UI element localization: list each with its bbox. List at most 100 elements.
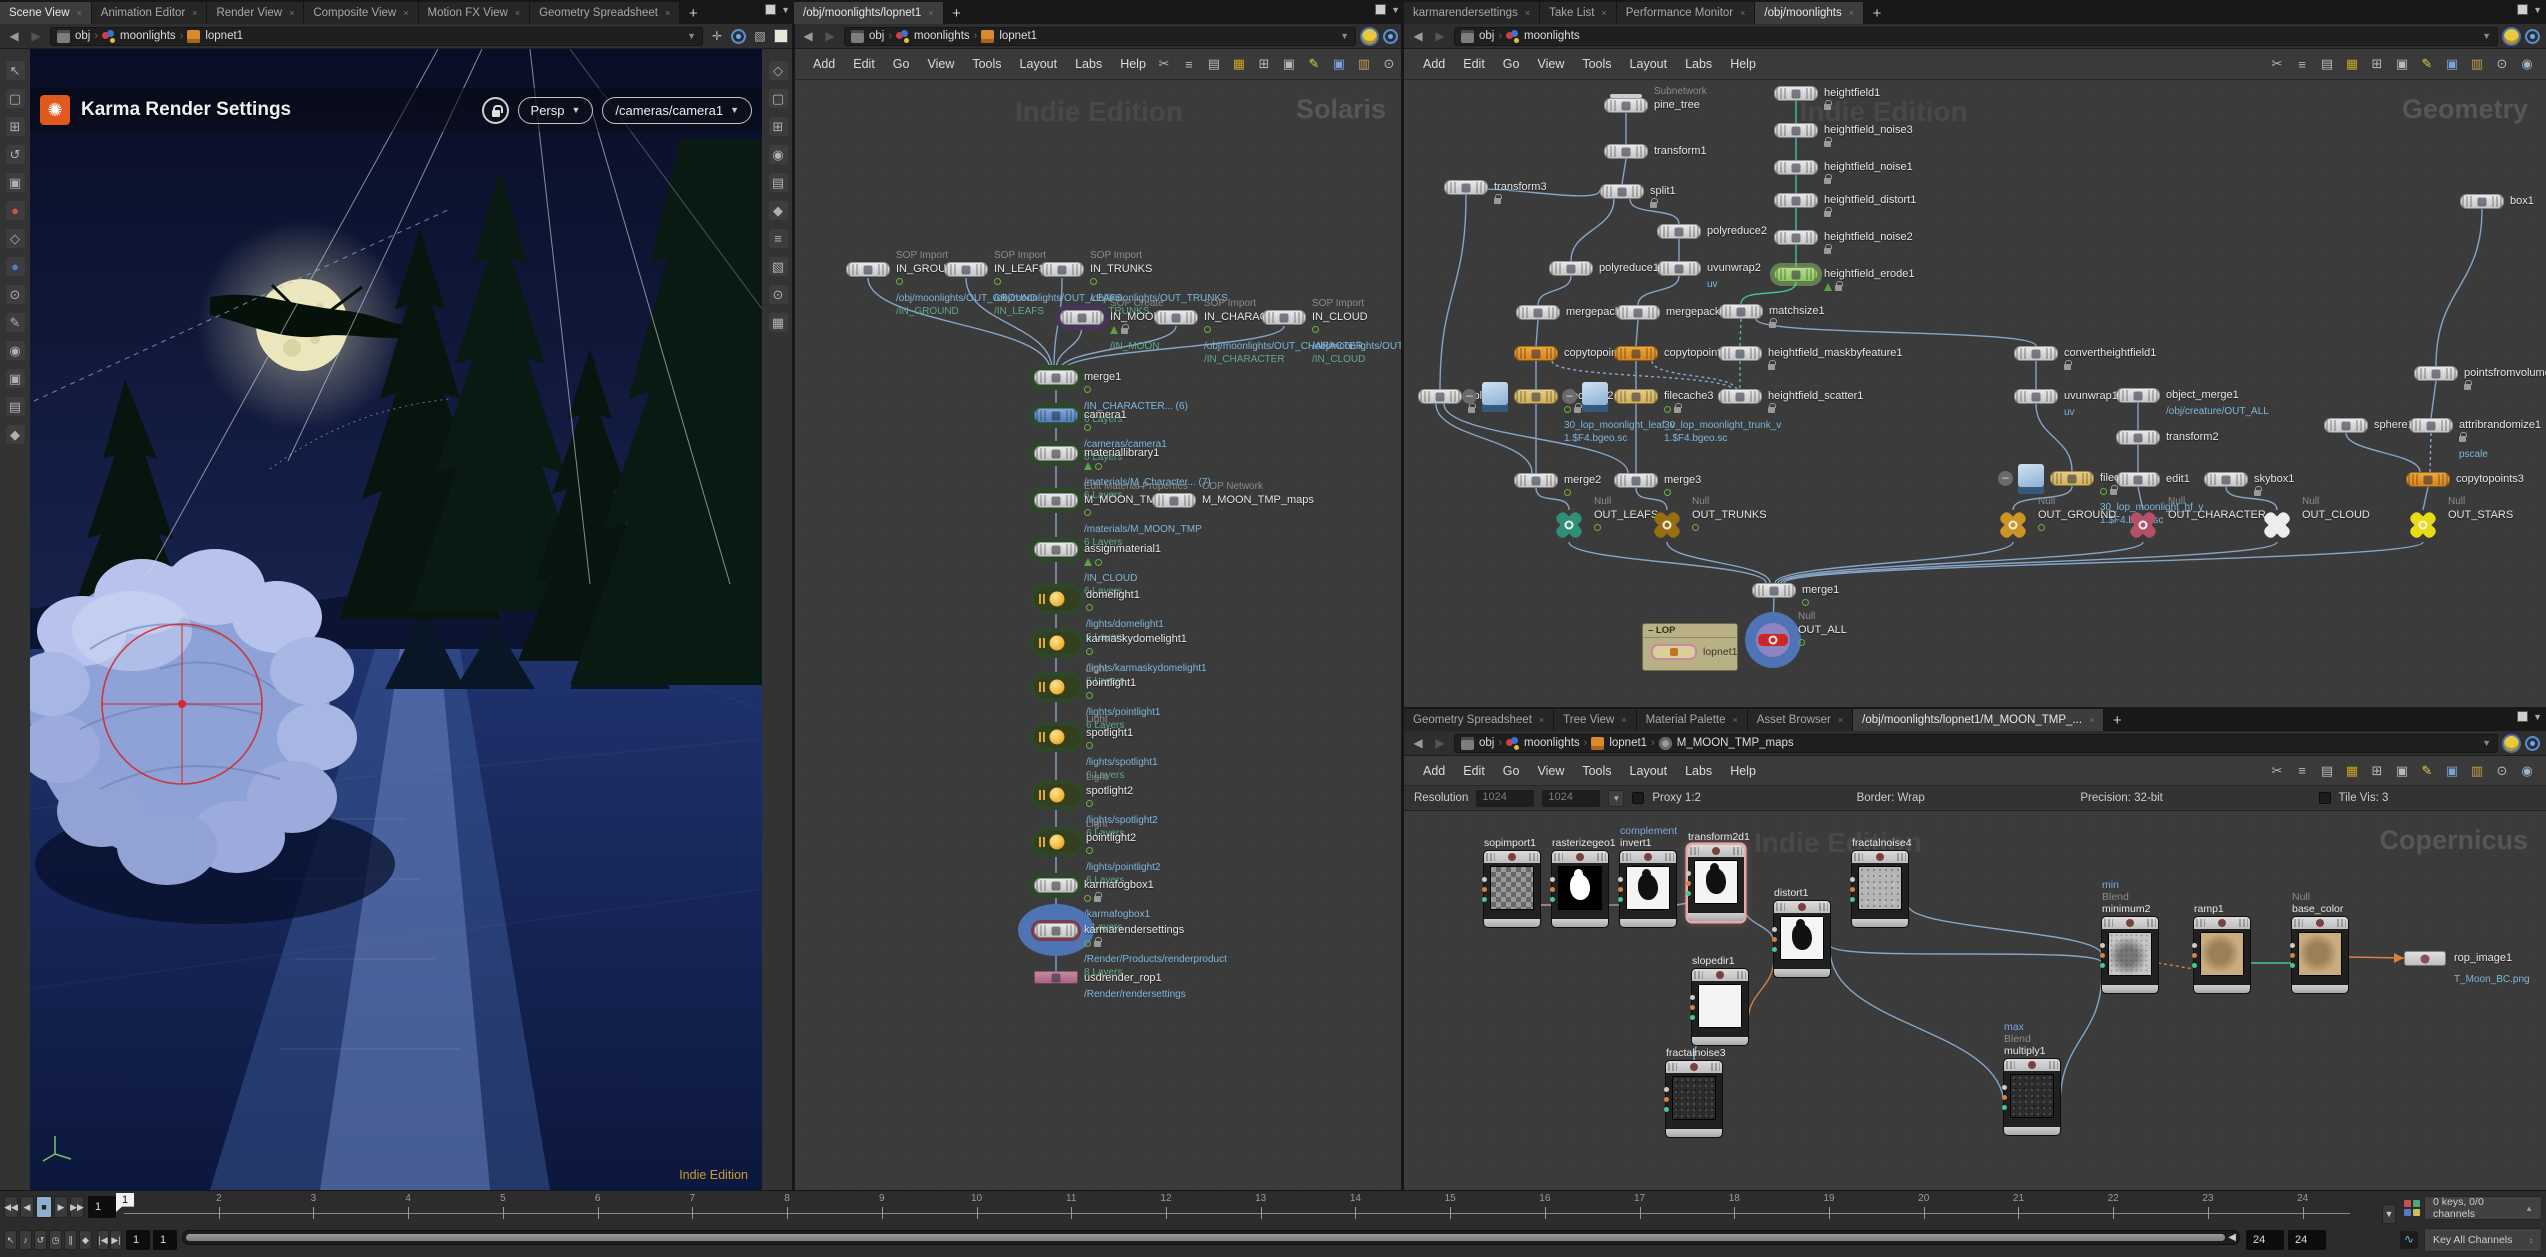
tab-close-icon[interactable]: × <box>928 8 933 18</box>
grid-icon[interactable]: ⊞ <box>2368 762 2386 780</box>
pointer-tool-icon[interactable]: ↖ <box>4 1230 17 1250</box>
tab-close-icon[interactable]: × <box>1838 715 1843 725</box>
node-pointsfromvolume1[interactable]: pointsfromvolume1 <box>2414 366 2458 381</box>
node-uvunwrap1[interactable]: uvunwrap1uv <box>2014 389 2058 404</box>
menu-edit[interactable]: Edit <box>1454 764 1494 778</box>
node-lopnet1[interactable]: – LOPlopnet1 <box>1642 623 1738 671</box>
forward-icon[interactable]: ▶ <box>822 29 838 43</box>
magnifier-icon[interactable]: ⊙ <box>2493 762 2511 780</box>
palette-icon[interactable]: ▦ <box>2343 762 2361 780</box>
tab-close-icon[interactable]: × <box>1849 8 1854 18</box>
bulb-icon[interactable] <box>1362 29 1377 44</box>
timeline-ruler[interactable]: 23456789101112131415161718192021222324 <box>124 1192 2350 1222</box>
node-sphere1[interactable]: sphere1 <box>2324 418 2368 433</box>
breadcrumb-item-obj[interactable]: obj <box>1461 30 1494 43</box>
range-start-field[interactable]: 1 <box>126 1230 150 1250</box>
image-icon[interactable]: ▣ <box>2443 55 2461 73</box>
palette-icon[interactable]: ▦ <box>2343 55 2361 73</box>
tab-composite-view[interactable]: Composite View× <box>304 2 418 24</box>
viewport-3d[interactable]: ✺ Karma Render Settings Persp▼ /cameras/… <box>30 49 762 1190</box>
notes-icon[interactable]: ✎ <box>2418 762 2436 780</box>
forward-icon[interactable]: ▶ <box>1432 736 1448 750</box>
node-filecache1[interactable]: –filecache130_lop_moonlight_hf_v1.$F4.bg… <box>2050 471 2094 486</box>
box-icon[interactable]: ▥ <box>2468 762 2486 780</box>
node-filecache2[interactable]: –filecache230_lop_moonlight_leaf_v1.$F4.… <box>1514 389 1558 404</box>
breadcrumb[interactable]: obj›moonlights▼ <box>1454 27 2498 46</box>
list-icon[interactable]: ▤ <box>2318 55 2336 73</box>
snap-icon[interactable]: ⊙ <box>6 285 25 304</box>
node-out-leafs[interactable]: NullOUT_LEAFS <box>1552 508 1586 542</box>
node-multiply1[interactable]: maxBlendmultiply1 <box>2004 1059 2060 1135</box>
menu-edit[interactable]: Edit <box>1454 57 1494 71</box>
tab-karmarendersettings[interactable]: karmarendersettings× <box>1404 2 1540 24</box>
node-copytopoints3[interactable]: copytopoints3 <box>2406 472 2450 487</box>
node-spotlight2[interactable]: Lightspotlight2/lights/spotlight26 Layer… <box>1034 784 1080 806</box>
play-stop-button[interactable]: ■ <box>36 1196 52 1218</box>
box-icon[interactable]: ▥ <box>1355 55 1373 73</box>
pane-controls[interactable]: ▼ <box>2517 4 2542 15</box>
netbox-lop[interactable]: – LOPlopnet1 <box>1642 623 1738 671</box>
paint-icon[interactable]: ✎ <box>6 313 25 332</box>
tab-take-list[interactable]: Take List× <box>1540 2 1617 24</box>
eye-icon[interactable]: ◉ <box>2518 55 2536 73</box>
view-icon[interactable]: ◆ <box>6 425 25 444</box>
tab-close-icon[interactable]: × <box>665 8 670 18</box>
node-in-leafs[interactable]: SOP ImportIN_LEAFS/obj/moonlights/OUT_LE… <box>944 262 988 277</box>
node-split1[interactable]: split1 <box>1600 184 1644 199</box>
menu-help[interactable]: Help <box>1111 57 1155 71</box>
node-in-ground[interactable]: SOP ImportIN_GROUND/obj/moonlights/OUT_G… <box>846 262 890 277</box>
lop-network-editor[interactable]: Indie Edition Solaris SOP ImportIN_GROUN… <box>794 80 1404 1190</box>
breadcrumb-item-m-moon-tmp-maps[interactable]: M_MOON_TMP_maps <box>1659 737 1794 750</box>
menu-labs[interactable]: Labs <box>1676 57 1721 71</box>
hand-icon[interactable]: ▢ <box>6 89 25 108</box>
wrench-icon[interactable]: ✂ <box>2268 55 2286 73</box>
undo-icon[interactable]: ↺ <box>34 1230 47 1250</box>
node-fractalnoise3[interactable]: fractalnoise3 <box>1666 1061 1722 1137</box>
menu-go[interactable]: Go <box>1494 57 1529 71</box>
node-minimum2[interactable]: minBlendminimum2 <box>2102 917 2158 993</box>
light-icon[interactable]: ◉ <box>6 341 25 360</box>
menu-layout[interactable]: Layout <box>1011 57 1067 71</box>
grid-icon[interactable]: ⊞ <box>769 117 788 136</box>
node-camera1[interactable]: camera1/cameras/camera16 Layers <box>1034 408 1078 423</box>
node-merge2[interactable]: merge2 <box>1514 473 1558 488</box>
back-icon[interactable]: ◀ <box>6 29 22 43</box>
mirror-icon[interactable]: ⊙ <box>769 285 788 304</box>
rotate-icon[interactable]: ↺ <box>6 145 25 164</box>
target-icon[interactable] <box>2525 29 2540 44</box>
node-rop-image1[interactable]: rop_image1T_Moon_BC.png <box>2404 951 2446 966</box>
forward-icon[interactable]: ▶ <box>1432 29 1448 43</box>
node-heightfield1[interactable]: heightfield1 <box>1774 86 1818 101</box>
play-button[interactable]: ▶ <box>54 1196 68 1218</box>
tab-obj-moonlights[interactable]: /obj/moonlights× <box>1755 2 1864 24</box>
camera-icon[interactable]: ▣ <box>6 369 25 388</box>
menu-add[interactable]: Add <box>1414 57 1454 71</box>
node-karmaskydomelight1[interactable]: karmaskydomelight1/lights/karmaskydomeli… <box>1034 632 1080 654</box>
node-transform2d1[interactable]: transform2d1 <box>1688 845 1744 921</box>
select-icon[interactable]: ↖ <box>6 61 25 80</box>
target-icon[interactable] <box>2525 736 2540 751</box>
tab-geometry-spreadsheet[interactable]: Geometry Spreadsheet× <box>1404 709 1554 731</box>
resolution-dropdown[interactable]: ▼ <box>1608 790 1624 807</box>
node-invert1[interactable]: complementinvert1 <box>1620 851 1676 927</box>
precision-label[interactable]: Precision: 32-bit <box>2080 792 2162 804</box>
camera-dropdown[interactable]: /cameras/camera1▼ <box>602 97 752 124</box>
grid-icon[interactable]: ⊞ <box>2368 55 2386 73</box>
tab-render-view[interactable]: Render View× <box>207 2 304 24</box>
ortho-icon[interactable]: ▢ <box>769 89 788 108</box>
node-slopedir1[interactable]: slopedir1 <box>1692 969 1748 1045</box>
node-polyreduce2[interactable]: polyreduce2 <box>1657 224 1701 239</box>
tab-material-palette[interactable]: Material Palette× <box>1637 709 1748 731</box>
node-assignmaterial1[interactable]: assignmaterial1/IN_CLOUD6 Layers <box>1034 542 1078 557</box>
node-base-color[interactable]: Nullbase_color <box>2292 917 2348 993</box>
tab-performance-monitor[interactable]: Performance Monitor× <box>1617 2 1756 24</box>
tree-icon[interactable]: ≡ <box>2293 55 2311 73</box>
menu-go[interactable]: Go <box>884 57 919 71</box>
pane-controls[interactable]: ▼ <box>1375 4 1400 15</box>
bulb-icon[interactable] <box>2504 736 2519 751</box>
node-mergepacked-trunk[interactable]: mergepacked_trunk <box>1616 305 1660 320</box>
node-in-cloud[interactable]: SOP ImportIN_CLOUD/obj/moonlights/OUT_CL… <box>1262 310 1306 325</box>
breadcrumb-item-moonlights[interactable]: moonlights <box>1506 30 1580 43</box>
box-icon[interactable]: ▥ <box>2468 55 2486 73</box>
menu-tools[interactable]: Tools <box>1573 764 1620 778</box>
